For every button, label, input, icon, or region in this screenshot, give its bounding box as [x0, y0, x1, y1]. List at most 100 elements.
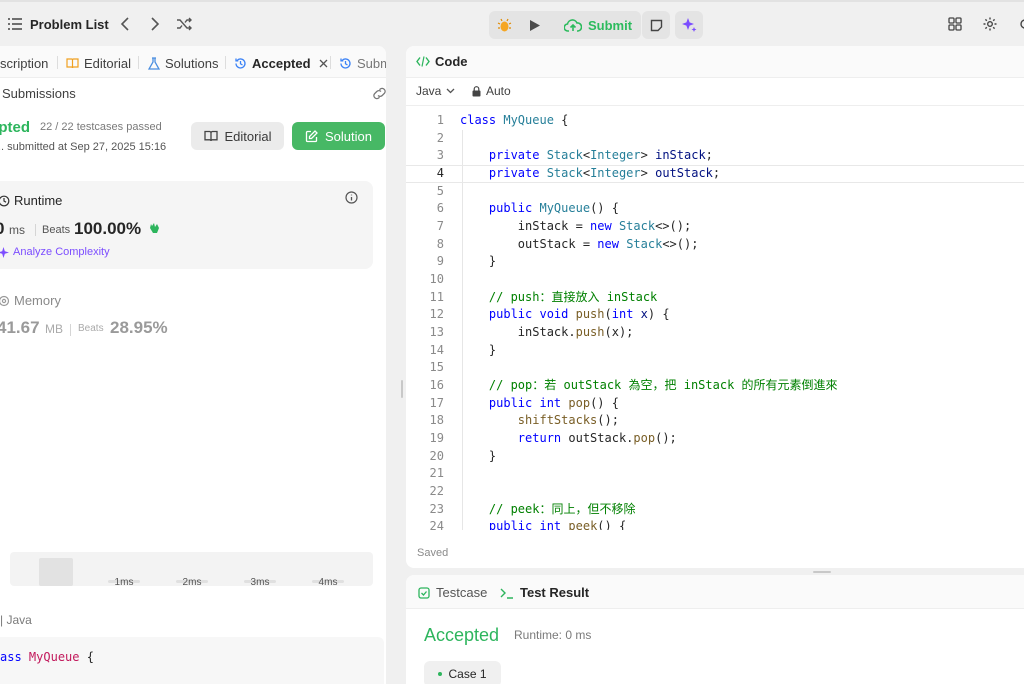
all-submissions-link[interactable]: Submissions — [2, 86, 76, 101]
line-code: } — [460, 448, 496, 466]
code-line[interactable]: 6 public MyQueue() { — [406, 200, 1024, 218]
minimap-label: 4ms — [319, 577, 338, 586]
link-icon[interactable] — [372, 87, 386, 100]
line-number: 9 — [436, 254, 444, 269]
code-line[interactable]: 3 private Stack<Integer> inStack; — [406, 147, 1024, 165]
run-button[interactable] — [520, 11, 550, 39]
layout-button[interactable] — [945, 14, 965, 34]
memory-label[interactable]: Memory — [0, 293, 61, 308]
problem-list-button[interactable]: Problem List — [8, 12, 109, 36]
close-tab-icon[interactable] — [319, 59, 328, 68]
line-code: outStack = new Stack<>(); — [460, 236, 699, 254]
submission-panel: scription Editorial Solutions Accepted S… — [0, 46, 386, 684]
code-token: () { — [590, 395, 619, 410]
tab-description[interactable]: scription — [0, 54, 48, 72]
line-number: 1 — [436, 113, 444, 127]
play-icon — [530, 19, 540, 31]
code-token: MyQueue — [503, 113, 554, 127]
clock-icon — [0, 195, 10, 206]
code-line[interactable]: 8 outStack = new Stack<>(); — [406, 236, 1024, 254]
code-line[interactable]: 7 inStack = new Stack<>(); — [406, 218, 1024, 236]
code-token: // push：直接放入 inStack — [460, 289, 658, 304]
code-line[interactable]: 19 return outStack.pop(); — [406, 430, 1024, 448]
auto-mode-toggle[interactable]: Auto — [472, 84, 511, 98]
tab-submissions-label: Subm — [357, 55, 386, 71]
code-line[interactable]: 13 inStack.push(x); — [406, 324, 1024, 342]
code-editor[interactable]: 1 class MyQueue {2 3 private Stack<Integer… — [406, 112, 1024, 530]
line-number: 20 — [429, 448, 444, 463]
gear-icon — [983, 17, 997, 31]
code-line[interactable]: 2 — [406, 130, 1024, 148]
submit-button[interactable]: Submit — [555, 11, 641, 39]
runtime-unit: ms — [9, 223, 25, 237]
code-token: private — [460, 148, 547, 163]
code-line[interactable]: 1 class MyQueue { — [406, 112, 1024, 130]
code-token: Stack — [546, 165, 583, 180]
debug-button[interactable] — [489, 11, 519, 39]
info-icon[interactable] — [345, 191, 358, 204]
code-line[interactable]: 20 } — [406, 448, 1024, 466]
ai-assist-button[interactable] — [675, 11, 703, 39]
code-line[interactable]: 23 // peek：同上，但不移除 — [406, 501, 1024, 519]
theme-button[interactable] — [1014, 14, 1024, 34]
tab-description-label: scription — [0, 55, 49, 71]
memory-unit: MB — [45, 322, 63, 336]
code-token: pop — [633, 430, 656, 445]
code-tab[interactable]: Code — [416, 54, 468, 69]
case-1-tab[interactable]: Case 1 — [424, 661, 501, 684]
code-token: void — [539, 307, 576, 322]
code-line[interactable]: 9 } — [406, 253, 1024, 271]
memory-value: 41.67 — [0, 318, 40, 337]
code-token: > — [640, 165, 656, 180]
tab-test-result[interactable]: Test Result — [500, 585, 589, 600]
settings-button[interactable] — [980, 14, 1000, 34]
code-line[interactable]: 21 — [406, 465, 1024, 483]
tab-accepted-label: Accepted — [252, 55, 311, 71]
tab-solutions[interactable]: Solutions — [148, 54, 218, 72]
code-line[interactable]: 12 public void push(int x) { — [406, 306, 1024, 324]
shuffle-icon — [177, 17, 192, 31]
book-icon — [66, 57, 79, 68]
horizontal-resize-handle[interactable] — [813, 571, 831, 573]
preview-class: MyQueue — [28, 650, 80, 664]
code-line[interactable]: 17 public int pop() { — [406, 395, 1024, 413]
code-line[interactable]: 4 private Stack<Integer> outStack; — [406, 165, 1024, 183]
code-line[interactable]: 5 — [406, 183, 1024, 201]
line-number: 5 — [436, 183, 444, 198]
solution-button[interactable]: Solution — [292, 122, 385, 150]
code-line[interactable]: 10 — [406, 271, 1024, 289]
code-token: ) { — [647, 307, 670, 322]
code-line[interactable]: 15 — [406, 359, 1024, 377]
editorial-button[interactable]: Editorial — [191, 122, 284, 150]
clap-icon — [150, 223, 159, 233]
code-line[interactable]: 24 public int peek() { — [406, 518, 1024, 530]
top-bar: Problem List Submit — [0, 0, 1024, 48]
analyze-complexity-button[interactable]: Analyze Complexity — [0, 246, 110, 258]
tab-editorial-label: Editorial — [84, 55, 131, 71]
language-select[interactable]: Java — [416, 84, 455, 98]
tab-submissions[interactable]: Subm — [339, 54, 386, 72]
random-problem-button[interactable] — [174, 14, 194, 34]
vertical-resize-handle[interactable] — [401, 380, 403, 398]
line-number: 21 — [429, 466, 444, 481]
tab-accepted[interactable]: Accepted — [234, 54, 333, 72]
next-problem-button[interactable] — [145, 14, 165, 34]
code-line[interactable]: 11 // push：直接放入 inStack — [406, 289, 1024, 307]
analyze-complexity-label: Analyze Complexity — [13, 246, 110, 258]
code-token: public — [460, 519, 540, 530]
code-token: Stack — [626, 236, 663, 251]
tab-editorial[interactable]: Editorial — [66, 54, 131, 72]
code-line[interactable]: 18 shiftStacks(); — [406, 412, 1024, 430]
code-line[interactable]: 14 } — [406, 342, 1024, 360]
line-number: 10 — [429, 271, 444, 286]
code-line[interactable]: 16 // pop：若 outStack 為空，把 inStack 的所有元素倒… — [406, 377, 1024, 395]
prev-problem-button[interactable] — [115, 14, 135, 34]
tab-testcase[interactable]: Testcase — [418, 585, 487, 600]
line-code: public int peek() { — [460, 518, 626, 530]
notes-button[interactable] — [642, 11, 670, 39]
chart-range-selector[interactable]: 1ms 2ms 3ms 4ms — [10, 552, 373, 588]
code-line[interactable]: 22 — [406, 483, 1024, 501]
line-code: private Stack<Integer> inStack; — [460, 147, 713, 165]
code-token: public — [460, 395, 540, 410]
code-token: return — [460, 430, 569, 445]
